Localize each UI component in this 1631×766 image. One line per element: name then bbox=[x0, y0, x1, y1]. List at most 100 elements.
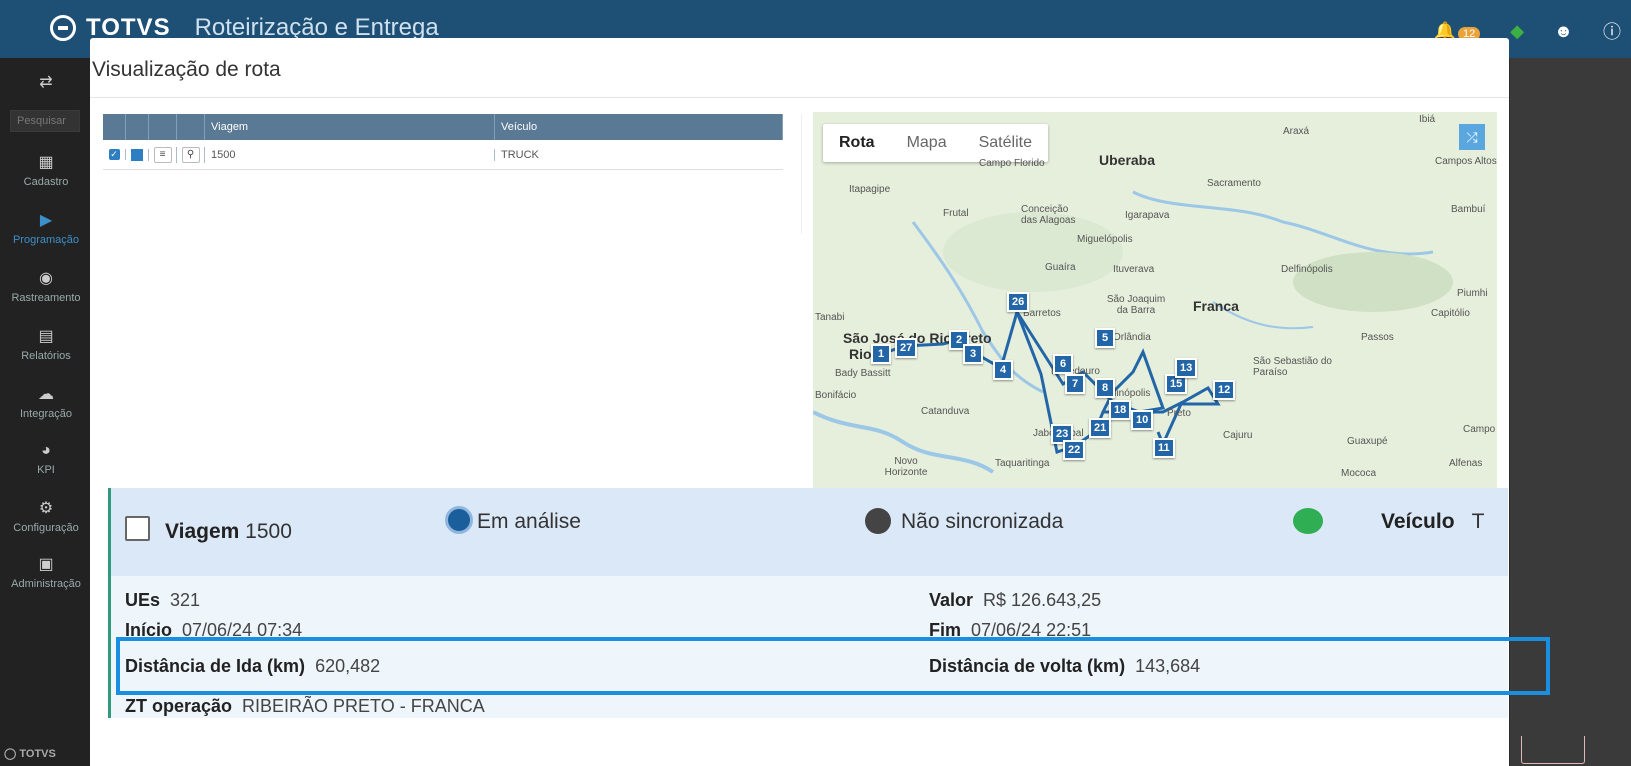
ida-value: 620,482 bbox=[315, 656, 381, 676]
sidebar-item-label: Administração bbox=[11, 578, 81, 590]
distancia-ida-field: Distância de Ida (km) 620,482 bbox=[125, 656, 380, 677]
map-place: Taquaritinga bbox=[995, 458, 1050, 469]
sidebar-item-programacao[interactable]: ▶ Programação bbox=[0, 210, 92, 246]
sidebar-item-kpi[interactable]: ◕ KPI bbox=[0, 442, 92, 476]
map-place: Uberaba bbox=[1099, 152, 1156, 168]
map-place: Guaíra bbox=[1045, 262, 1076, 273]
map-place: Sacramento bbox=[1207, 178, 1261, 189]
sidebar-item-label: Cadastro bbox=[23, 176, 69, 188]
map-place: Bonifácio bbox=[815, 390, 857, 401]
route-stop-marker[interactable]: 22 bbox=[1063, 440, 1086, 460]
swap-icon: ⇄ bbox=[39, 74, 53, 91]
sidebar-item-administracao[interactable]: ▣ Administração bbox=[0, 554, 92, 590]
sidebar-item-integracao[interactable]: ☁ Integração bbox=[0, 384, 92, 420]
map-place: Conceição das Alagoas bbox=[1021, 204, 1076, 226]
route-stop-marker[interactable]: 27 bbox=[895, 338, 918, 358]
map-place: Capitólio bbox=[1431, 308, 1470, 319]
sidebar-item-configuracao[interactable]: ⚙ Configuração bbox=[0, 498, 92, 534]
totvs-logo-icon bbox=[50, 15, 76, 41]
volta-value: 143,684 bbox=[1135, 656, 1201, 676]
map-place: Rio bbox=[849, 346, 872, 362]
route-stop-marker[interactable]: 5 bbox=[1095, 328, 1115, 348]
search-icon: ⚲ bbox=[181, 146, 200, 163]
trip-summary-body: UEs 321 Valor R$ 126.643,25 Início 07/06/24… bbox=[111, 576, 1508, 718]
route-stop-marker[interactable]: 3 bbox=[963, 344, 983, 364]
map-place: Guaxupé bbox=[1347, 436, 1388, 447]
sidebar-search-input[interactable]: Pesquisar bbox=[10, 110, 80, 132]
close-button[interactable] bbox=[1521, 736, 1585, 764]
row-viagem: 1500 bbox=[205, 148, 495, 161]
ida-label: Distância de Ida (km) bbox=[125, 656, 306, 676]
map-place: São Joaquim da Barra bbox=[1106, 294, 1166, 316]
valor-field: Valor R$ 126.643,25 bbox=[929, 590, 1101, 611]
grid-header-cell bbox=[103, 114, 126, 140]
list-icon: ≡ bbox=[153, 146, 172, 163]
route-stop-marker[interactable]: 4 bbox=[993, 360, 1013, 380]
ues-value: 321 bbox=[170, 590, 201, 610]
route-stop-marker[interactable]: 1 bbox=[871, 344, 891, 364]
table-row[interactable]: ✓ ≡ ⚲ 1500 TRUCK bbox=[103, 140, 783, 170]
vehicle-status-icon bbox=[1293, 508, 1323, 534]
sidebar-footer-logo: ◯ TOTVS bbox=[4, 748, 56, 760]
ues-label: UEs bbox=[125, 590, 161, 610]
grid-header-cell bbox=[177, 114, 205, 140]
map-place: Delfinópolis bbox=[1281, 264, 1333, 275]
analysis-status-icon bbox=[445, 506, 473, 534]
ues-field: UEs 321 bbox=[125, 590, 200, 611]
valor-value: R$ 126.643,25 bbox=[983, 590, 1102, 610]
tab-rota[interactable]: Rota bbox=[823, 124, 891, 162]
trip-select-checkbox[interactable] bbox=[125, 516, 150, 541]
map-type-tabs: Rota Mapa Satélite bbox=[823, 124, 1048, 162]
map-place: Igarapava bbox=[1125, 210, 1170, 221]
route-stop-marker[interactable]: 10 bbox=[1131, 410, 1154, 430]
route-stop-marker[interactable]: 21 bbox=[1089, 418, 1112, 438]
map-place: Franca bbox=[1193, 298, 1239, 314]
row-color bbox=[126, 148, 149, 161]
route-stop-marker[interactable]: 13 bbox=[1175, 358, 1198, 378]
fim-field: Fim 07/06/24 22:51 bbox=[929, 620, 1091, 638]
grid-header-cell bbox=[149, 114, 177, 140]
map-place: Bady Bassitt bbox=[835, 368, 891, 379]
row-checkbox[interactable]: ✓ bbox=[103, 149, 126, 160]
map-place: Tanabi bbox=[815, 312, 845, 323]
map-place: Itapagipe bbox=[849, 184, 891, 195]
route-stop-marker[interactable]: 12 bbox=[1213, 380, 1236, 400]
tab-mapa[interactable]: Mapa bbox=[891, 124, 963, 162]
color-square-icon bbox=[131, 148, 143, 161]
tab-satelite[interactable]: Satélite bbox=[963, 124, 1048, 162]
list-icon: ▦ bbox=[38, 154, 54, 171]
user-icon[interactable]: ☻ bbox=[1554, 21, 1573, 42]
map-place: Novo Horizonte bbox=[884, 456, 928, 478]
fullscreen-button[interactable]: ⤮ bbox=[1459, 124, 1485, 150]
sidebar-item-rastreamento[interactable]: ◉ Rastreamento bbox=[0, 268, 92, 304]
map-place: São Sebastião do Paraíso bbox=[1253, 356, 1332, 378]
grid-header-viagem[interactable]: Viagem bbox=[205, 114, 495, 140]
cloud-icon: ☁ bbox=[38, 386, 54, 403]
row-veiculo: TRUCK bbox=[501, 148, 539, 161]
sidebar-item-label: Programação bbox=[12, 234, 80, 246]
route-map[interactable]: Rota Mapa Satélite ⤮ Uberaba Franca Arax… bbox=[813, 112, 1497, 496]
map-place: Alfenas bbox=[1449, 458, 1483, 469]
footer-brand: TOTVS bbox=[19, 748, 56, 760]
map-place: Bambuí bbox=[1451, 204, 1486, 215]
info-icon[interactable]: ⓘ bbox=[1603, 18, 1621, 44]
map-place: Campo bbox=[1463, 424, 1496, 435]
grid-header-veiculo[interactable]: Veículo bbox=[495, 114, 783, 140]
route-stop-marker[interactable]: 8 bbox=[1095, 378, 1115, 398]
sidebar-item-label: Relatórios bbox=[21, 350, 71, 362]
row-search-button[interactable]: ⚲ bbox=[177, 146, 205, 163]
sync-status: Não sincronizada bbox=[901, 510, 1064, 533]
sidebar-item-cadastro[interactable]: ▦ Cadastro bbox=[0, 152, 92, 188]
map-place: Campos Altos bbox=[1435, 156, 1497, 167]
route-stop-marker[interactable]: 6 bbox=[1053, 354, 1073, 374]
sidebar-toggle[interactable]: ⇄ bbox=[0, 72, 92, 96]
inicio-field: Início 07/06/24 07:34 bbox=[125, 620, 302, 638]
route-stop-marker[interactable]: 7 bbox=[1065, 374, 1085, 394]
route-stop-marker[interactable]: 11 bbox=[1153, 438, 1175, 458]
report-icon: ▤ bbox=[38, 328, 54, 345]
route-stop-marker[interactable]: 18 bbox=[1109, 400, 1132, 420]
language-flag-icon[interactable]: ◆ bbox=[1510, 21, 1524, 42]
route-stop-marker[interactable]: 26 bbox=[1007, 292, 1030, 312]
row-list-button[interactable]: ≡ bbox=[149, 146, 177, 163]
sidebar-item-relatorios[interactable]: ▤ Relatórios bbox=[0, 326, 92, 362]
